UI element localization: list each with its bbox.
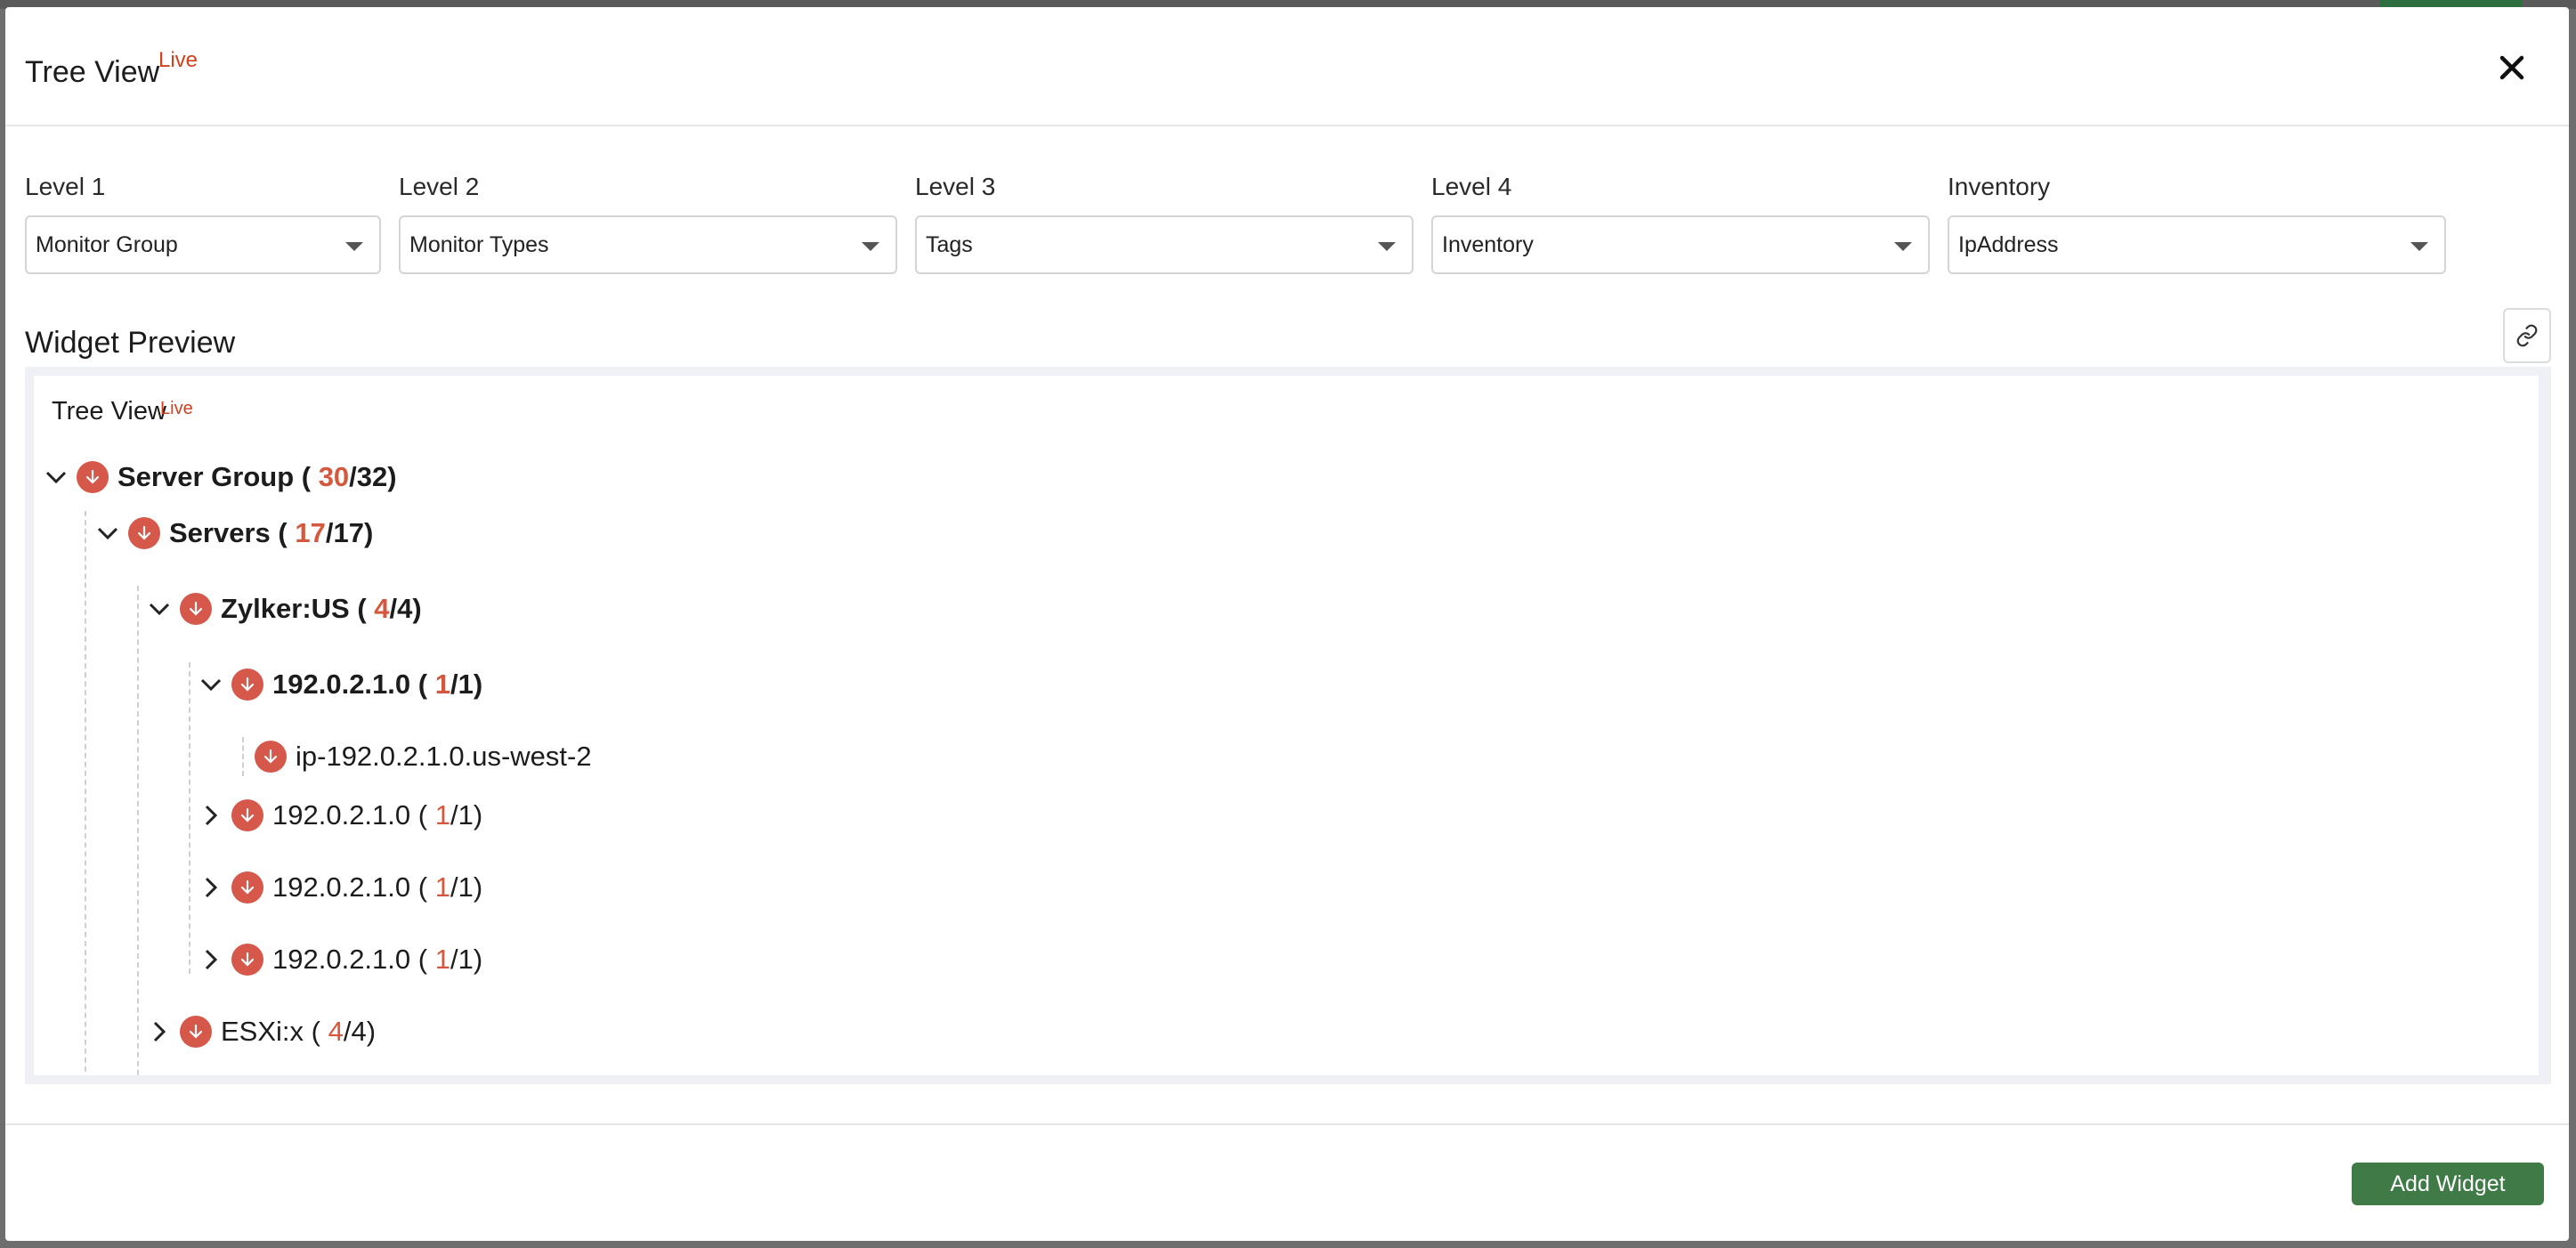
widget-title: Tree View	[52, 397, 166, 425]
up-count: 1	[434, 669, 450, 700]
arrow-down-icon	[180, 593, 212, 625]
tree-node-label: Server Group ( 30/32)	[117, 461, 397, 492]
caret-down-icon	[1378, 242, 1396, 251]
add-widget-button[interactable]: Add Widget	[2352, 1163, 2544, 1205]
up-count: 1	[434, 871, 450, 903]
inventory-value: IpAddress	[1958, 231, 2059, 257]
up-count: 30	[318, 461, 350, 492]
up-count: 1	[434, 944, 450, 975]
tree-node-server-group[interactable]: Server Group ( 30/32)	[43, 458, 397, 497]
arrow-down-icon	[231, 669, 263, 701]
tree-node-zylker-us[interactable]: Zylker:US ( 4/4)	[146, 589, 422, 628]
chevron-down-icon[interactable]	[94, 520, 121, 547]
tree-node-label: 192.0.2.1.0 ( 1/1)	[272, 799, 483, 831]
inventory-select[interactable]: IpAddress	[1948, 215, 2446, 274]
level-1-value: Monitor Group	[36, 231, 178, 257]
chevron-right-icon[interactable]	[146, 1018, 173, 1045]
caret-down-icon	[345, 242, 363, 251]
arrow-down-icon	[255, 741, 287, 773]
tree-node-label: 192.0.2.1.0 ( 1/1)	[272, 871, 483, 903]
arrow-down-icon	[231, 944, 263, 976]
tree-node-label: 192.0.2.1.0 ( 1/1)	[272, 944, 483, 975]
widget-live-badge: Live	[160, 399, 193, 418]
arrow-down-icon	[77, 461, 109, 493]
level-3-value: Tags	[926, 231, 973, 257]
tree-node-label: Zylker:US ( 4/4)	[221, 593, 422, 624]
total-count: 1	[458, 871, 474, 903]
link-button[interactable]	[2503, 308, 2551, 363]
total-count: 17	[333, 517, 364, 548]
arrow-down-icon	[231, 799, 263, 831]
caret-down-icon	[1894, 242, 1912, 251]
tree-node-label: ip-192.0.2.1.0.us-west-2	[296, 741, 592, 772]
tree-guide-line	[189, 662, 190, 974]
level-3-select[interactable]: Tags	[915, 215, 1414, 274]
arrow-down-icon	[231, 871, 263, 904]
tree-guide-line	[85, 511, 86, 1075]
inventory-label: Inventory	[1948, 173, 2051, 200]
tree-guide-line	[242, 737, 244, 776]
chevron-down-icon[interactable]	[43, 464, 69, 490]
chevron-right-icon[interactable]	[198, 874, 224, 901]
modal-footer-divider	[5, 1123, 2569, 1125]
tree-node-ip-collapsed[interactable]: 192.0.2.1.0 ( 1/1)	[198, 940, 482, 979]
chevron-down-icon[interactable]	[146, 596, 173, 622]
level-4-label: Level 4	[1431, 173, 1512, 200]
tree-guide-line	[137, 586, 139, 1075]
modal-header: Tree View Live	[5, 7, 2569, 126]
total-count: 4	[351, 1016, 367, 1047]
up-count: 1	[434, 799, 450, 831]
arrow-down-icon	[180, 1016, 212, 1048]
widget-preview-title: Widget Preview	[25, 326, 236, 360]
tree-view-widget: Tree View Live Server Group ( 30/32) Ser…	[34, 376, 2539, 1075]
total-count: 32	[356, 461, 388, 492]
tree-node-label: Servers ( 17/17)	[169, 517, 374, 548]
level-4-value: Inventory	[1442, 231, 1534, 257]
tree-node-ip-collapsed[interactable]: 192.0.2.1.0 ( 1/1)	[198, 868, 482, 907]
backdrop-button	[2380, 0, 2523, 7]
close-icon	[2499, 55, 2524, 80]
tree-node-ip-expanded[interactable]: 192.0.2.1.0 ( 1/1)	[198, 665, 482, 704]
up-count: 17	[295, 517, 326, 548]
level-3-label: Level 3	[915, 173, 996, 200]
live-badge: Live	[158, 48, 198, 72]
tree-view-modal: Tree View Live Level 1 Monitor Group Lev…	[5, 7, 2569, 1241]
tree-node-servers[interactable]: Servers ( 17/17)	[94, 514, 373, 553]
caret-down-icon	[2410, 242, 2428, 251]
tree-node-label: ESXi:x ( 4/4)	[221, 1016, 377, 1047]
link-icon	[2516, 324, 2538, 347]
close-button[interactable]	[2492, 48, 2531, 87]
tree-node-esxi[interactable]: ESXi:x ( 4/4)	[146, 1012, 376, 1051]
up-count: 4	[374, 593, 390, 624]
widget-preview: Tree View Live Server Group ( 30/32) Ser…	[25, 367, 2551, 1084]
tree-node-ip-collapsed[interactable]: 192.0.2.1.0 ( 1/1)	[198, 796, 482, 835]
chevron-right-icon[interactable]	[198, 802, 224, 829]
tree-node-label: 192.0.2.1.0 ( 1/1)	[272, 669, 483, 700]
total-count: 1	[458, 669, 474, 700]
up-count: 4	[328, 1016, 344, 1047]
caret-down-icon	[862, 242, 879, 251]
level-1-select[interactable]: Monitor Group	[25, 215, 381, 274]
arrow-down-icon	[128, 517, 160, 549]
level-4-select[interactable]: Inventory	[1431, 215, 1930, 274]
total-count: 1	[458, 944, 474, 975]
chevron-right-icon[interactable]	[198, 946, 224, 973]
tree-leaf-monitor[interactable]: ip-192.0.2.1.0.us-west-2	[247, 737, 592, 776]
modal-title: Tree View	[25, 55, 160, 89]
total-count: 4	[397, 593, 413, 624]
level-2-value: Monitor Types	[409, 231, 549, 257]
chevron-down-icon[interactable]	[198, 671, 224, 698]
level-1-label: Level 1	[25, 173, 106, 200]
total-count: 1	[458, 799, 474, 831]
level-2-select[interactable]: Monitor Types	[399, 215, 897, 274]
level-2-label: Level 2	[399, 173, 480, 200]
